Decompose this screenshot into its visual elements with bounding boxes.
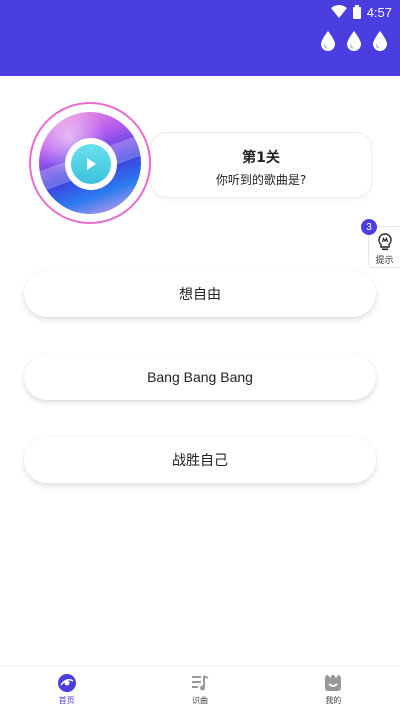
answer-option-label: 战胜自己	[172, 453, 228, 469]
lightbulb-icon	[377, 233, 392, 251]
disc-icon	[57, 674, 76, 692]
water-drop-icon	[347, 31, 361, 51]
tab-label: 首页	[58, 696, 75, 705]
tab-label: 识曲	[191, 696, 208, 705]
tab-identify-song[interactable]: 识曲	[133, 667, 266, 710]
hint-count-badge: 3	[361, 219, 377, 235]
answer-option-label: 想自由	[179, 287, 221, 303]
bottom-tab-bar: 首页 识曲 我的	[0, 666, 400, 710]
music-list-icon	[191, 675, 209, 691]
top-header: 4:57	[0, 0, 400, 76]
lives-indicator	[320, 30, 388, 52]
tab-mine[interactable]: 我的	[267, 667, 400, 710]
record-disc	[29, 102, 151, 224]
hint-label: 提示	[375, 256, 394, 266]
level-area: 第1关 你听到的歌曲是?	[0, 76, 400, 256]
play-button[interactable]	[65, 138, 117, 190]
play-button-inner	[71, 144, 111, 184]
smiley-icon	[325, 675, 342, 691]
tab-label: 我的	[325, 696, 342, 705]
level-title: 第1关	[242, 150, 280, 166]
hint-button[interactable]: 3 提示	[361, 219, 400, 268]
answer-option-2[interactable]: Bang Bang Bang	[24, 354, 376, 400]
wifi-icon	[330, 5, 347, 18]
level-card: 第1关 你听到的歌曲是?	[150, 132, 372, 198]
tab-home[interactable]: 首页	[0, 667, 133, 710]
status-time: 4:57	[366, 4, 392, 20]
play-icon	[87, 158, 96, 170]
answer-option-label: Bang Bang Bang	[147, 369, 253, 385]
level-question: 你听到的歌曲是?	[215, 173, 307, 187]
water-drop-icon	[373, 31, 387, 51]
status-bar: 4:57	[330, 3, 392, 21]
answer-option-1[interactable]: 想自由	[24, 271, 376, 317]
water-drop-icon	[321, 31, 335, 51]
battery-icon	[352, 5, 361, 19]
answer-option-3[interactable]: 战胜自己	[24, 437, 376, 483]
